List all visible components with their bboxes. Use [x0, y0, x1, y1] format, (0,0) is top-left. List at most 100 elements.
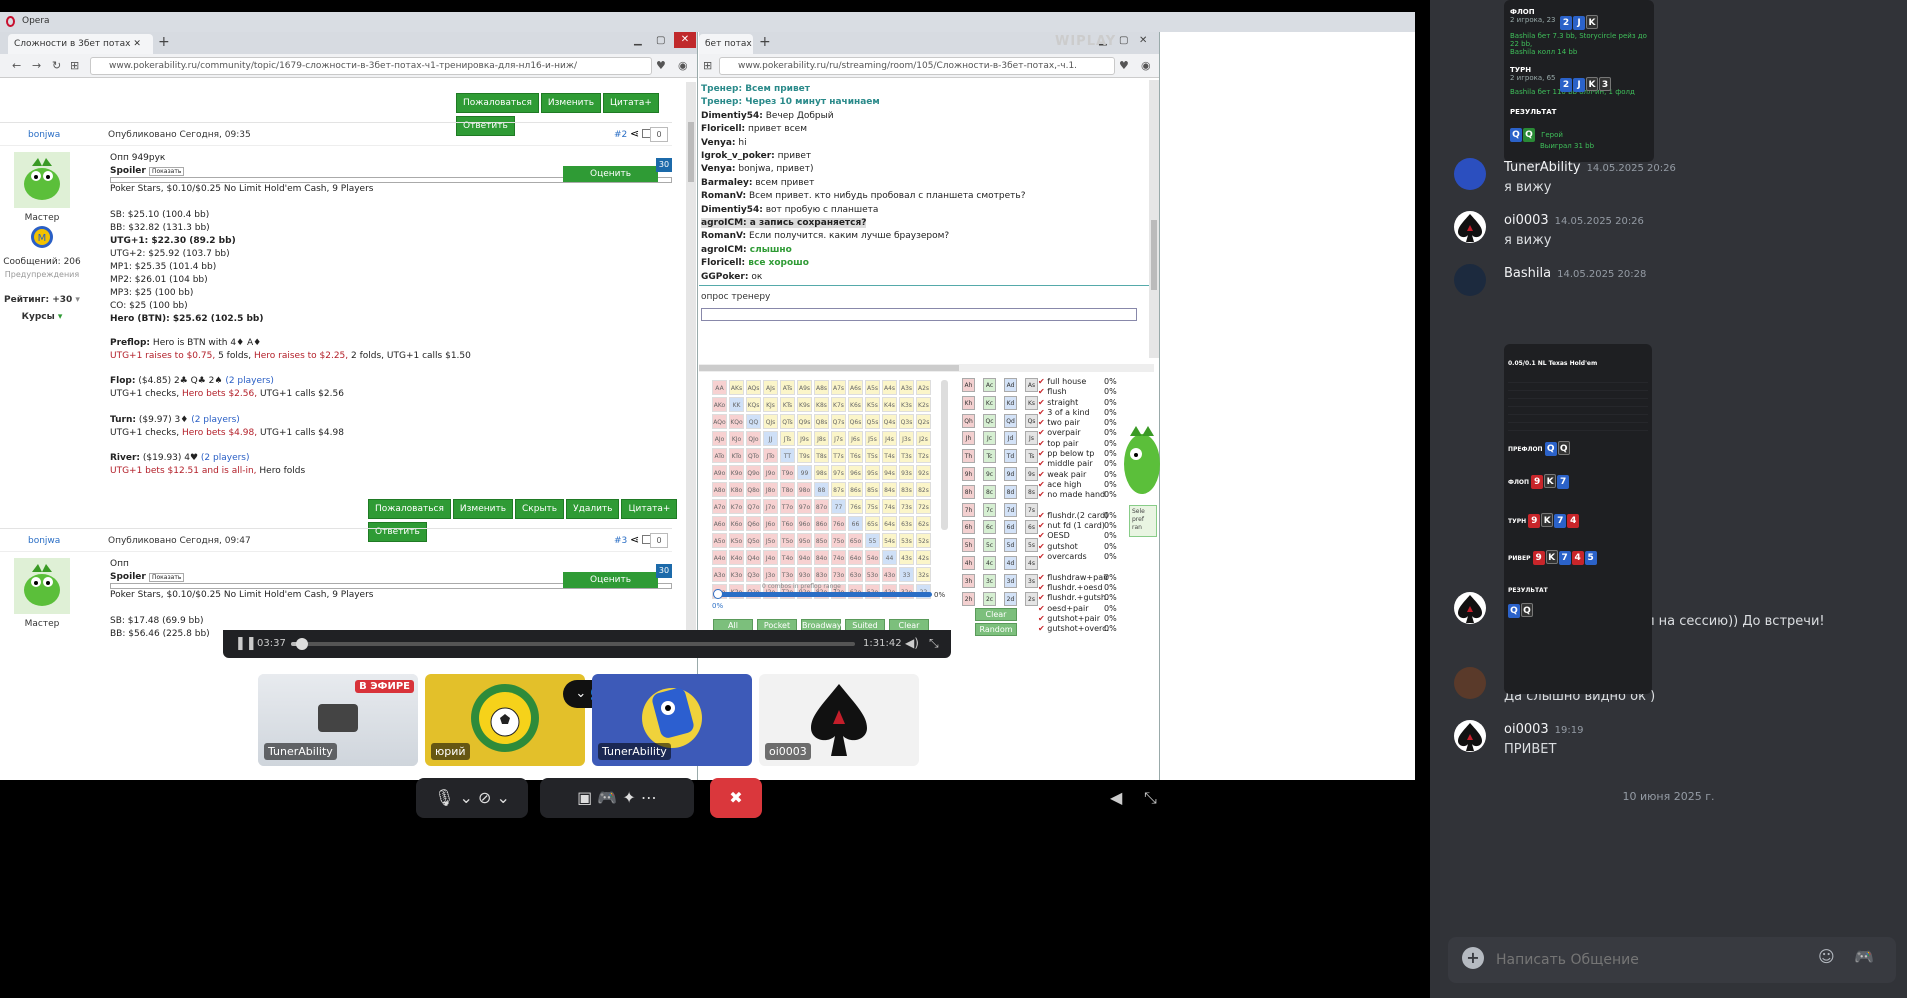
- board-card-cell[interactable]: 9c: [983, 467, 996, 481]
- range-cell[interactable]: Q5o: [746, 533, 761, 548]
- range-cell[interactable]: T8s: [814, 448, 829, 463]
- reload-icon[interactable]: ↻: [52, 59, 61, 72]
- range-cell[interactable]: 96s: [848, 465, 863, 480]
- range-cell[interactable]: AKs: [729, 380, 744, 395]
- range-cell[interactable]: J3o: [763, 567, 778, 582]
- share-icon[interactable]: ⋖: [630, 533, 639, 546]
- range-cell[interactable]: T5s: [865, 448, 880, 463]
- range-cell[interactable]: AQs: [746, 380, 761, 395]
- range-cell[interactable]: 87s: [831, 482, 846, 497]
- board-card-cell[interactable]: 6s: [1025, 520, 1038, 535]
- range-cell[interactable]: J8s: [814, 431, 829, 446]
- hand-strength-row[interactable]: ✔ OESD 0%: [1038, 531, 1117, 541]
- hand-strength-row[interactable]: ✔ pp below tp 0%: [1038, 449, 1117, 459]
- poll-input[interactable]: [701, 308, 1137, 321]
- board-card-cell[interactable]: 8c: [983, 484, 996, 499]
- show-spoiler-button[interactable]: Показать: [148, 167, 185, 176]
- board-clear-button[interactable]: Clear: [975, 608, 1017, 621]
- minimize-icon[interactable]: ▁: [634, 35, 642, 46]
- close-icon[interactable]: ✕: [1139, 35, 1147, 46]
- range-cell[interactable]: 96o: [797, 516, 812, 531]
- delete-button[interactable]: Удалить: [566, 499, 620, 519]
- range-cell[interactable]: K3o: [729, 567, 744, 582]
- range-cell[interactable]: Q7o: [746, 499, 761, 514]
- range-cell[interactable]: T2s: [916, 448, 931, 463]
- range-cell[interactable]: 97s: [831, 465, 846, 480]
- range-cell[interactable]: A8o: [712, 482, 727, 497]
- hand-strength-row[interactable]: ✔ no made hand 0%: [1038, 490, 1117, 500]
- avatar[interactable]: [1454, 592, 1486, 624]
- board-card-cell[interactable]: 9s: [1025, 467, 1038, 481]
- range-cell[interactable]: 74o: [831, 550, 846, 565]
- range-cell[interactable]: 99: [797, 465, 812, 480]
- board-card-cell[interactable]: Tc: [983, 449, 996, 464]
- range-cell[interactable]: T9s: [797, 448, 812, 463]
- show-spoiler-button[interactable]: Показать: [148, 573, 185, 582]
- post-author[interactable]: bonjwa: [28, 130, 60, 140]
- new-tab-icon[interactable]: +: [759, 34, 771, 50]
- board-card-cell[interactable]: 2d: [1004, 591, 1017, 606]
- range-cell[interactable]: J5s: [865, 431, 880, 446]
- board-card-cell[interactable]: Jd: [1004, 431, 1017, 446]
- stream-hscroll-thumb[interactable]: [699, 365, 959, 371]
- grid-icon[interactable]: ⊞: [70, 59, 79, 72]
- range-cell[interactable]: KJo: [729, 431, 744, 446]
- range-cell[interactable]: JJ: [763, 431, 778, 446]
- message-author[interactable]: oi0003 14.05.2025 20:26: [1504, 213, 1644, 228]
- range-cell[interactable]: 76s: [848, 499, 863, 514]
- range-cell[interactable]: J7o: [763, 499, 778, 514]
- range-cell[interactable]: A3o: [712, 567, 727, 582]
- range-cell[interactable]: 64s: [882, 516, 897, 531]
- range-cell[interactable]: KK: [729, 397, 744, 412]
- range-cell[interactable]: 74s: [882, 499, 897, 514]
- message-author[interactable]: oi0003 19:19: [1504, 722, 1583, 737]
- range-cell[interactable]: 86o: [814, 516, 829, 531]
- range-cell[interactable]: 83s: [899, 482, 914, 497]
- range-cell[interactable]: AKo: [712, 397, 727, 412]
- board-card-cell[interactable]: 6d: [1004, 520, 1017, 535]
- range-cell[interactable]: 53o: [865, 567, 880, 582]
- range-cell[interactable]: AJs: [763, 380, 778, 395]
- avatar[interactable]: [1454, 264, 1486, 296]
- range-cell[interactable]: 84s: [882, 482, 897, 497]
- rate-button[interactable]: Оценить: [563, 572, 658, 588]
- forum-scrollbar[interactable]: [686, 82, 696, 642]
- board-card-cell[interactable]: Th: [962, 449, 975, 464]
- range-cell[interactable]: 44: [882, 550, 897, 565]
- profile-icon[interactable]: ◉: [678, 59, 688, 72]
- board-card-cell[interactable]: 8d: [1004, 484, 1017, 499]
- edit-button[interactable]: Изменить: [452, 499, 514, 519]
- edit-button[interactable]: Изменить: [540, 93, 602, 113]
- range-slider-track[interactable]: [716, 592, 932, 597]
- range-cell[interactable]: 94o: [797, 550, 812, 565]
- range-cell[interactable]: QJs: [763, 414, 778, 429]
- range-cell[interactable]: Q4o: [746, 550, 761, 565]
- forum-url-input[interactable]: www.pokerability.ru/community/topic/1679…: [90, 57, 652, 75]
- range-cell[interactable]: 65s: [865, 516, 880, 531]
- range-cell[interactable]: QTo: [746, 448, 761, 463]
- range-cell[interactable]: K4s: [882, 397, 897, 412]
- user-rating[interactable]: Рейтинг: +30 ▾: [0, 295, 84, 305]
- range-cell[interactable]: 62s: [916, 516, 931, 531]
- board-card-cell[interactable]: 7c: [983, 502, 996, 517]
- range-cell[interactable]: K3s: [899, 397, 914, 412]
- board-card-cell[interactable]: 5h: [962, 538, 975, 553]
- hand-strength-row[interactable]: ✔ two pair 0%: [1038, 418, 1117, 428]
- range-cell[interactable]: 66: [848, 516, 863, 531]
- range-cell[interactable]: 72s: [916, 499, 931, 514]
- range-cell[interactable]: 76o: [831, 516, 846, 531]
- maximize-icon[interactable]: ▢: [1119, 35, 1128, 46]
- quote-button[interactable]: Цитата+: [621, 499, 678, 519]
- range-cell[interactable]: K5o: [729, 533, 744, 548]
- range-cell[interactable]: T4s: [882, 448, 897, 463]
- range-cell[interactable]: 54s: [882, 533, 897, 548]
- range-cell[interactable]: T7s: [831, 448, 846, 463]
- board-card-cell[interactable]: 2c: [983, 591, 996, 606]
- range-cell[interactable]: J6o: [763, 516, 778, 531]
- board-card-cell[interactable]: Ah: [962, 378, 975, 392]
- range-cell[interactable]: 63s: [899, 516, 914, 531]
- board-card-cell[interactable]: 8s: [1025, 484, 1038, 499]
- range-cell[interactable]: QQ: [746, 414, 761, 429]
- add-attachment-icon[interactable]: +: [1462, 947, 1484, 969]
- mic-control[interactable]: 🎙 ⌄ ⊘ ⌄: [416, 778, 528, 818]
